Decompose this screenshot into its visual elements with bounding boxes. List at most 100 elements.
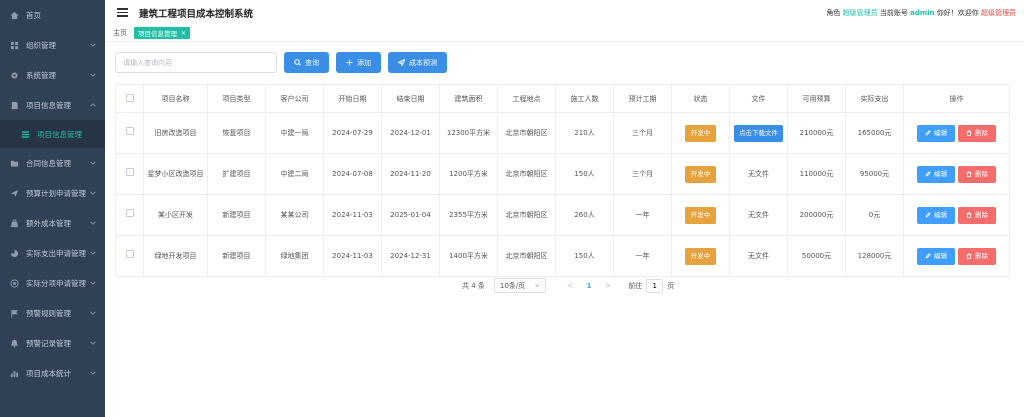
- sidebar-item-label: 预警规则管理: [26, 308, 71, 318]
- select-all-checkbox[interactable]: [125, 93, 134, 102]
- edit-button[interactable]: 编辑: [917, 206, 955, 224]
- row-checkbox[interactable]: [125, 209, 134, 217]
- page-size-select[interactable]: 10条/页: [493, 278, 546, 293]
- cell-area: 1400平方米: [439, 235, 498, 277]
- breadcrumb: 主页 项目信息管理 ×: [105, 27, 1024, 42]
- cell-actions: 编辑 删除: [903, 194, 1010, 236]
- breadcrumb-home[interactable]: 主页: [113, 28, 127, 38]
- download-file-button[interactable]: 点击下载文件: [734, 124, 783, 142]
- sidebar-item-label: 实际分项申请管理: [26, 278, 86, 288]
- tab-label: 项目信息管理: [138, 30, 177, 38]
- cell-name: 绿地开发项目: [143, 235, 208, 277]
- column-header: 操作: [903, 84, 1010, 113]
- chevron-up-icon: [90, 101, 96, 107]
- cell-location: 北京市朝阳区: [497, 153, 556, 195]
- cell-type: 恢复项目: [207, 112, 266, 154]
- goto-page-input[interactable]: [646, 278, 664, 293]
- search-button-label: 查询: [305, 58, 319, 67]
- cell-name: 星梦小区改造项目: [143, 153, 208, 195]
- sidebar-item-7[interactable]: 额外成本管理: [0, 208, 105, 238]
- cell-area: 1200平方米: [439, 153, 498, 195]
- cell-workers: 150人: [555, 153, 614, 195]
- cell-workers: 260人: [555, 194, 614, 236]
- column-header: 可用预算: [787, 84, 846, 113]
- sidebar-item-label: 项目信息管理: [37, 129, 82, 139]
- close-icon[interactable]: ×: [181, 30, 186, 37]
- cell-status: 开发中: [671, 194, 730, 236]
- predict-button[interactable]: 成本预测: [388, 52, 447, 73]
- column-header: 项目类型: [207, 84, 266, 113]
- bell-icon: [9, 338, 19, 348]
- delete-button[interactable]: 删除: [958, 206, 996, 224]
- sidebar-item-label: 额外成本管理: [26, 218, 71, 228]
- prev-page-button[interactable]: <: [567, 281, 574, 290]
- delete-button[interactable]: 删除: [958, 247, 996, 265]
- sidebar-item-8[interactable]: 实际支出申请管理: [0, 238, 105, 268]
- edit-button[interactable]: 编辑: [917, 247, 955, 265]
- delete-button[interactable]: 删除: [958, 165, 996, 183]
- flag-icon: [9, 308, 19, 318]
- sidebar-item-5[interactable]: 合同信息管理: [0, 148, 105, 178]
- cell-workers: 210人: [555, 112, 614, 154]
- cell-budget: 210000元: [787, 112, 846, 154]
- sidebar-item-3[interactable]: 项目信息管理: [0, 90, 105, 120]
- menu-toggle-icon[interactable]: [117, 8, 128, 17]
- sidebar-item-11[interactable]: 预警记录管理: [0, 328, 105, 358]
- row-checkbox[interactable]: [125, 250, 134, 258]
- sidebar-item-label: 预警记录管理: [26, 338, 71, 348]
- system-title: 建筑工程项目成本控制系统: [139, 8, 254, 20]
- username: admin: [910, 9, 935, 17]
- sidebar-item-label: 项目信息管理: [26, 100, 71, 110]
- cell-type: 扩建项目: [207, 153, 266, 195]
- search-input[interactable]: [115, 52, 277, 73]
- cell-end: 2025-01-04: [381, 194, 440, 236]
- delete-button[interactable]: 删除: [958, 124, 996, 142]
- edit-icon: [925, 130, 931, 136]
- trash-icon: [966, 130, 972, 136]
- goto-label: 前往: [628, 281, 643, 290]
- predict-button-label: 成本预测: [409, 58, 437, 67]
- search-button[interactable]: 查询: [284, 52, 329, 73]
- tab-project-info[interactable]: 项目信息管理 ×: [134, 27, 191, 39]
- cell-file: 无文件: [729, 153, 788, 195]
- current-page[interactable]: 1: [587, 282, 592, 290]
- sidebar-item-0[interactable]: 首页: [0, 0, 105, 30]
- cell-start: 2024-07-08: [323, 153, 382, 195]
- sidebar-item-9[interactable]: 实际分项申请管理: [0, 268, 105, 298]
- cell-location: 北京市朝阳区: [497, 112, 556, 154]
- cell-type: 新建项目: [207, 235, 266, 277]
- column-header: 结束日期: [381, 84, 440, 113]
- add-button[interactable]: 添加: [336, 52, 381, 73]
- sidebar-item-6[interactable]: 预算计划申请管理: [0, 178, 105, 208]
- grid-icon: [9, 40, 19, 50]
- sidebar-item-10[interactable]: 预警规则管理: [0, 298, 105, 328]
- next-page-button[interactable]: >: [604, 281, 611, 290]
- logout-link[interactable]: 超级管理员: [981, 9, 1016, 17]
- cell-client: 中建二局: [265, 153, 324, 195]
- row-select-cell: [115, 153, 144, 195]
- cell-end: 2024-11-20: [381, 153, 440, 195]
- cell-client: 中建一局: [265, 112, 324, 154]
- column-header: 实际支出: [845, 84, 904, 113]
- column-header: 文件: [729, 84, 788, 113]
- sidebar-item-12[interactable]: 项目成本统计: [0, 358, 105, 388]
- sidebar-item-1[interactable]: 组织管理: [0, 30, 105, 60]
- edit-button-label: 编辑: [934, 169, 947, 178]
- role-prefix: 角色: [826, 9, 841, 17]
- plus-icon: [346, 59, 353, 66]
- top-header: 建筑工程项目成本控制系统 角色 超级管理员 当前账号 admin 你好！欢迎你 …: [105, 0, 1024, 25]
- cell-actions: 编辑 删除: [903, 153, 1010, 195]
- edit-button-label: 编辑: [934, 251, 947, 260]
- cell-duration: 一年: [613, 194, 672, 236]
- column-header: 施工人数: [555, 84, 614, 113]
- edit-button[interactable]: 编辑: [917, 124, 955, 142]
- row-checkbox[interactable]: [125, 127, 134, 135]
- cell-budget: 110000元: [787, 153, 846, 195]
- edit-button[interactable]: 编辑: [917, 165, 955, 183]
- row-checkbox[interactable]: [125, 168, 134, 176]
- cell-end: 2024-12-01: [381, 112, 440, 154]
- chevron-down-icon: [90, 369, 96, 375]
- cell-name: 旧房改造项目: [143, 112, 208, 154]
- sidebar-item-2[interactable]: 系统管理: [0, 60, 105, 90]
- sidebar-subitem-project-info[interactable]: 项目信息管理: [0, 120, 105, 148]
